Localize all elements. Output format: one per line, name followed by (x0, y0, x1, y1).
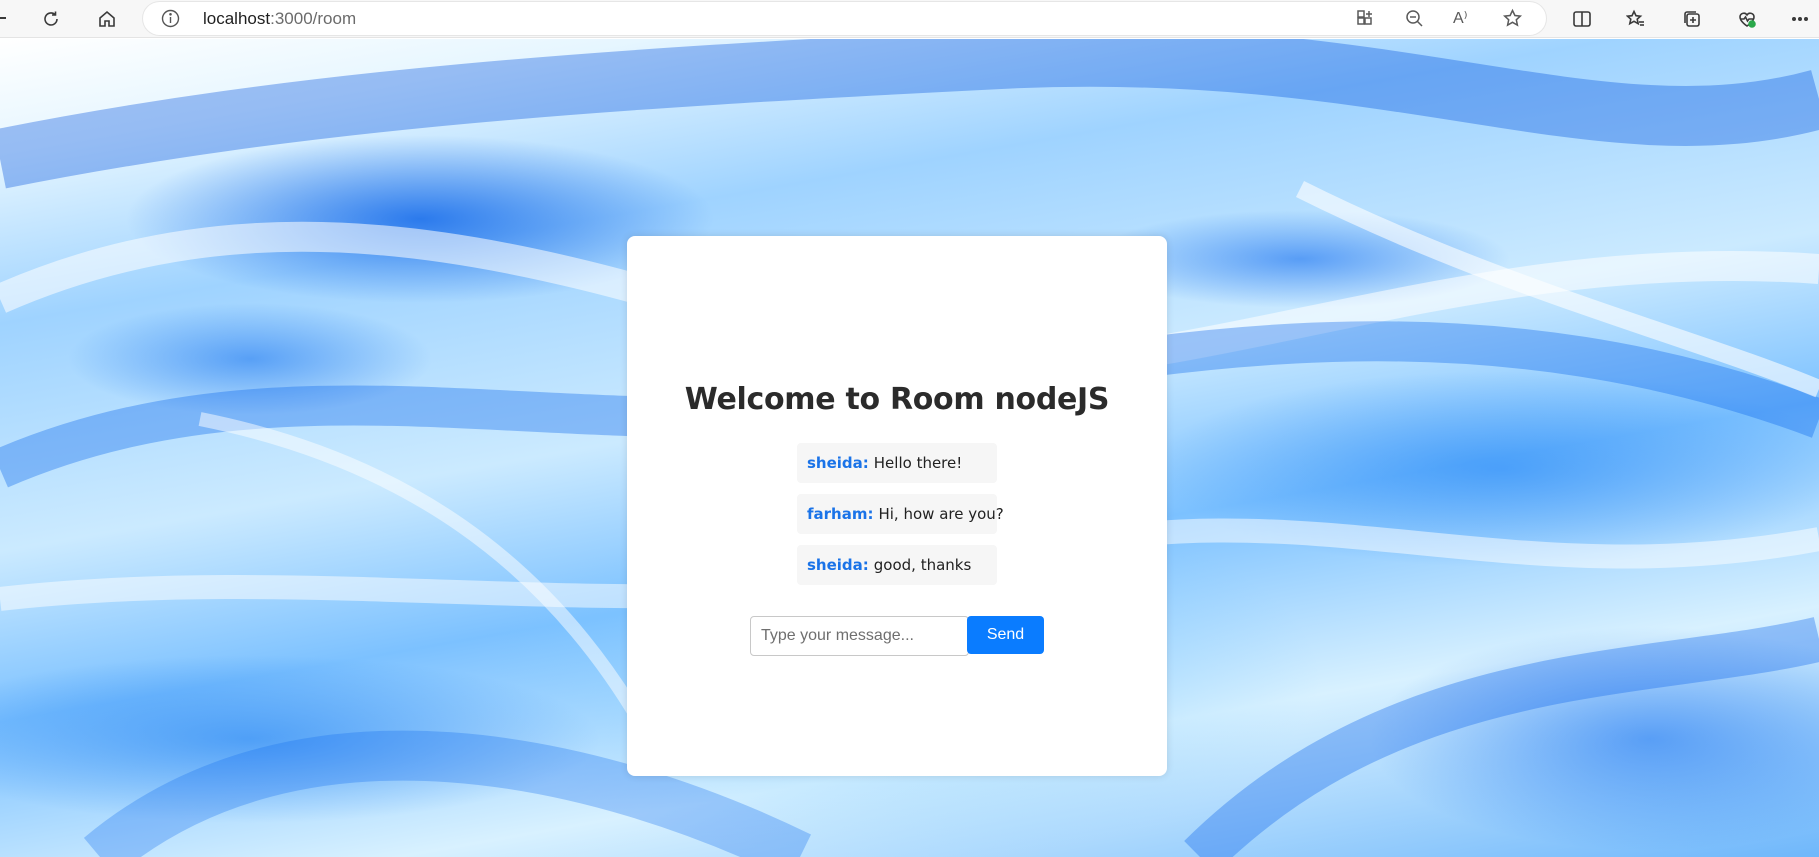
read-aloud-icon[interactable]: A⁾ (1453, 8, 1468, 28)
home-icon[interactable] (91, 3, 123, 35)
favorite-star-icon[interactable] (1502, 8, 1524, 30)
browser-essentials-icon[interactable] (1731, 3, 1763, 35)
more-icon[interactable] (1784, 3, 1816, 35)
message-user: farham: (807, 505, 874, 523)
message-text: good, thanks (873, 556, 972, 574)
split-screen-icon[interactable] (1566, 3, 1598, 35)
message-user: sheida: (807, 454, 869, 472)
chat-message: farham: Hi, how are you? (797, 494, 1004, 534)
browser-toolbar: localhost:3000/room A⁾ (0, 0, 1819, 38)
message-text: Hello there! (873, 454, 963, 472)
back-icon[interactable] (0, 17, 6, 19)
room-card: Welcome to Room nodeJS sheida: Hello ther… (627, 236, 1167, 776)
refresh-icon[interactable] (35, 3, 67, 35)
address-bar[interactable]: localhost:3000/room A⁾ (143, 2, 1546, 35)
collections-icon[interactable] (1676, 3, 1708, 35)
app-available-icon[interactable] (1355, 8, 1377, 30)
message-user: sheida: (807, 556, 869, 574)
send-button[interactable]: Send (967, 616, 1044, 654)
favorites-icon[interactable] (1620, 3, 1652, 35)
url-text[interactable]: localhost:3000/room (203, 9, 356, 29)
chat-message: sheida: good, thanks (797, 545, 997, 585)
chat-message: sheida: Hello there! (797, 443, 997, 483)
url-host: localhost (203, 9, 271, 28)
zoom-out-icon[interactable] (1404, 8, 1426, 30)
url-path: :3000/room (270, 9, 357, 28)
message-text: Hi, how are you? (878, 505, 1004, 523)
message-input[interactable] (750, 616, 969, 656)
info-icon[interactable] (161, 9, 180, 28)
page-title: Welcome to Room nodeJS (684, 382, 1110, 417)
